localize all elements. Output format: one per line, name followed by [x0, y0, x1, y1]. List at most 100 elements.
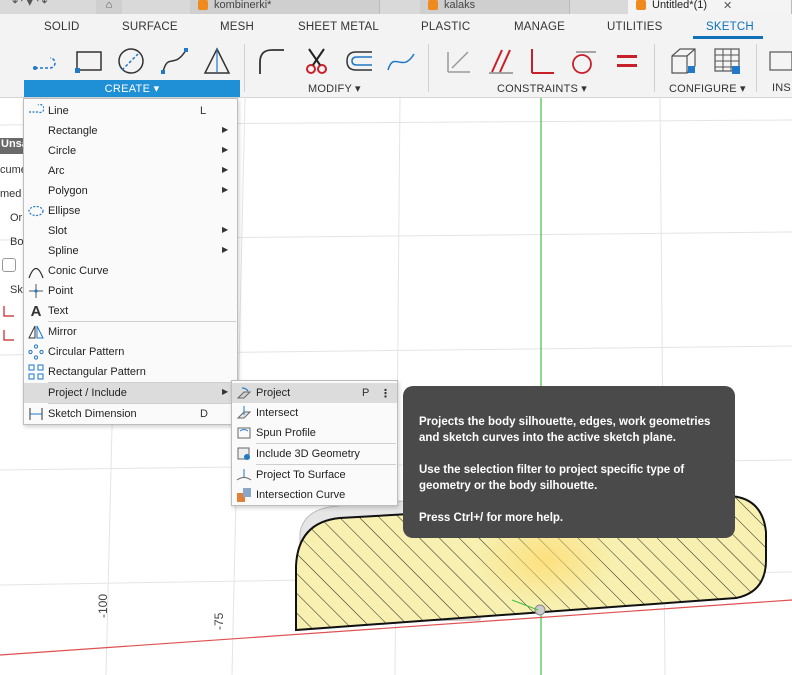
browser-row-sketches[interactable]: Sk: [10, 284, 23, 296]
group-separator: [654, 44, 655, 92]
menu-item-rectangle[interactable]: Rectangle ▶: [24, 121, 237, 141]
browser-row-origin[interactable]: Or: [10, 212, 22, 224]
menu-item-ellipse[interactable]: Ellipse: [24, 201, 237, 221]
active-tab-indicator: [693, 36, 763, 39]
tangent-tool-button[interactable]: [566, 44, 600, 78]
menu-item-text[interactable]: A Text: [24, 301, 237, 321]
tab-mesh[interactable]: MESH: [220, 21, 254, 33]
menu-item-circle[interactable]: Circle ▶: [24, 141, 237, 161]
constraints-group-label[interactable]: CONSTRAINTS ▾: [497, 82, 587, 95]
menu-item-line[interactable]: Line L: [24, 101, 237, 121]
line-tool-button[interactable]: [30, 44, 64, 78]
submenu-arrow-icon: ▶: [222, 125, 229, 134]
dimension-icon: [28, 406, 44, 422]
home-button[interactable]: ⌂: [96, 0, 122, 14]
perpendicular-tool-button[interactable]: [524, 44, 558, 78]
menu-item-intersect[interactable]: Intersect: [232, 403, 397, 423]
circle-icon: [118, 48, 144, 74]
tab-sketch[interactable]: SKETCH: [706, 21, 754, 33]
modify-group-label[interactable]: MODIFY ▾: [308, 82, 361, 95]
fillet-tool-button[interactable]: [254, 44, 288, 78]
menu-item-rectangular-pattern[interactable]: Rectangular Pattern: [24, 362, 237, 382]
tab-manage[interactable]: MANAGE: [514, 21, 565, 33]
browser-row-bodies[interactable]: Bo: [10, 236, 23, 248]
perpendicular-icon: [531, 49, 554, 74]
doc-tab-kalaks[interactable]: kalaks: [420, 0, 570, 14]
menu-item-polygon[interactable]: Polygon ▶: [24, 181, 237, 201]
menu-item-project-to-surface[interactable]: Project To Surface: [232, 465, 397, 485]
document-cube-icon: [428, 0, 438, 10]
insert-group-label[interactable]: INS: [772, 82, 791, 94]
spun-profile-icon: [236, 425, 252, 441]
spline-modify-button[interactable]: [384, 44, 418, 78]
menu-item-project[interactable]: Project P ⋮: [232, 383, 397, 403]
sketch-icon: [2, 328, 16, 342]
document-tab-strip: ↶ ▾ ↷ ⌂ kombinerki* kalaks Untitled*(1) …: [0, 0, 792, 14]
submenu-arrow-icon: ▶: [222, 225, 229, 234]
fillet-icon: [259, 49, 284, 74]
ribbon-tabs: SOLID SURFACE MESH SHEET METAL PLASTIC M…: [0, 14, 792, 39]
menu-item-slot[interactable]: Slot ▶: [24, 221, 237, 241]
unsaved-badge: Unsa: [0, 138, 24, 154]
parallel-tool-button[interactable]: [484, 44, 518, 78]
tooltip-filter-hint: Use the selection filter to project spec…: [419, 464, 685, 492]
menu-item-include-3d-geometry[interactable]: Include 3D Geometry: [232, 444, 397, 464]
menu-item-arc[interactable]: Arc ▶: [24, 161, 237, 181]
configure-box-button[interactable]: [666, 44, 700, 78]
rectangle-icon: [75, 51, 102, 73]
document-cube-icon: [198, 0, 208, 10]
offset-tool-button[interactable]: [342, 44, 376, 78]
polygon-tool-button[interactable]: [200, 44, 234, 78]
create-menu-button[interactable]: CREATE ▾: [24, 80, 240, 97]
close-tab-icon[interactable]: ✕: [723, 0, 732, 12]
menu-item-mirror[interactable]: Mirror: [24, 322, 237, 342]
configure-table-button[interactable]: [710, 44, 744, 78]
doc-tab-kombinerki[interactable]: kombinerki*: [190, 0, 380, 14]
tab-sheet-metal[interactable]: SHEET METAL: [298, 21, 379, 33]
circular-pattern-icon: [28, 344, 44, 360]
parallel-icon: [489, 49, 513, 74]
menu-item-conic-curve[interactable]: Conic Curve: [24, 261, 237, 281]
trim-tool-button[interactable]: [300, 44, 334, 78]
tab-plastic[interactable]: PLASTIC: [421, 21, 470, 33]
configure-group-label[interactable]: CONFIGURE ▾: [669, 82, 746, 95]
equal-tool-button[interactable]: [610, 44, 644, 78]
tab-utilities[interactable]: UTILITIES: [607, 21, 662, 33]
browser-toggle-icon[interactable]: [2, 258, 16, 272]
intersection-curve-icon: [236, 487, 252, 503]
insert-tool-button[interactable]: [764, 44, 792, 78]
triangle-icon: [203, 47, 231, 74]
menu-item-intersection-curve[interactable]: Intersection Curve: [232, 485, 397, 505]
home-icon: ⌂: [105, 0, 113, 11]
vertical-dots-icon[interactable]: ⋮: [380, 387, 391, 400]
tab-solid[interactable]: SOLID: [44, 21, 80, 33]
coincident-icon: [447, 51, 470, 73]
rectangular-pattern-icon: [28, 364, 44, 380]
table-icon: [714, 48, 740, 74]
group-separator: [428, 44, 429, 92]
menu-item-sketch-dimension[interactable]: Sketch Dimension D: [24, 404, 237, 424]
menu-item-circular-pattern[interactable]: Circular Pattern: [24, 342, 237, 362]
scissors-icon: [306, 48, 327, 74]
tab-surface[interactable]: SURFACE: [122, 21, 178, 33]
spline-tool-button[interactable]: [158, 44, 192, 78]
line-icon: [33, 57, 56, 70]
conic-curve-icon: [28, 263, 44, 279]
rectangle-tool-button[interactable]: [72, 44, 106, 78]
coincident-tool-button[interactable]: [442, 44, 476, 78]
offset-icon: [346, 51, 372, 71]
doc-tab-untitled[interactable]: Untitled*(1) ✕: [628, 0, 792, 14]
browser-panel: Unsa cume med Or Bo Sk: [0, 98, 27, 358]
undo-icon[interactable]: ↶ ▾ ↷: [12, 0, 48, 10]
circle-tool-button[interactable]: [114, 44, 148, 78]
intersect-icon: [236, 405, 252, 421]
create-dropdown-menu: Line L Rectangle ▶ Circle ▶ Arc ▶ Polygo…: [23, 98, 238, 425]
menu-item-spline[interactable]: Spline ▶: [24, 241, 237, 261]
menu-item-point[interactable]: Point: [24, 281, 237, 301]
ellipse-icon: [28, 203, 44, 219]
menu-item-spun-profile[interactable]: Spun Profile: [232, 423, 397, 443]
submenu-arrow-icon: ▶: [222, 245, 229, 254]
menu-item-project-include[interactable]: Project / Include ▶: [24, 383, 237, 403]
equal-icon: [617, 55, 637, 67]
browser-row-named-views[interactable]: med: [0, 188, 21, 200]
